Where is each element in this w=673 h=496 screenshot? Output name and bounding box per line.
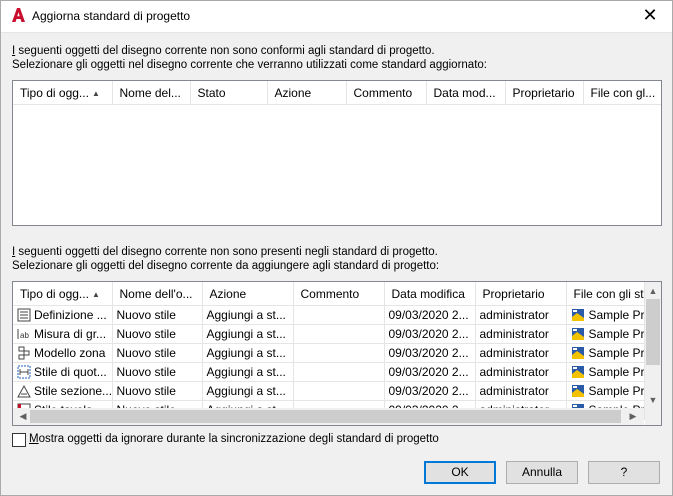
- comment-cell: [293, 362, 385, 382]
- date-modified-cell: 09/03/2020 2...: [384, 343, 476, 363]
- sort-ascending-icon: ▲: [91, 88, 100, 98]
- object-type-cell: Definizione ...: [13, 305, 113, 325]
- column-header-owner[interactable]: Proprietario: [505, 81, 584, 105]
- standards-file-icon: [571, 384, 585, 398]
- table-row[interactable]: Definizione ... Nuovo stile Aggiungi a st.…: [13, 305, 645, 325]
- owner-cell: administrator: [475, 381, 567, 401]
- object-type-cell: Modello zona: [13, 343, 113, 363]
- owner-cell: administrator: [475, 324, 567, 344]
- scrollbar-corner: [645, 408, 661, 425]
- vertical-scrollbar[interactable]: ▲ ▼: [645, 282, 661, 408]
- column-header-standards-file[interactable]: File con gl...: [583, 81, 661, 105]
- scroll-left-icon[interactable]: ◀: [15, 411, 31, 422]
- standards-file-icon: [571, 365, 585, 379]
- column-header-object-name[interactable]: Nome dell'o...: [112, 282, 203, 306]
- table-row[interactable]: Stile di quot... Nuovo stile Aggiungi a st…: [13, 362, 645, 382]
- table-header-row: Tipo di ogg... ▲ Nome del... Stato Azione…: [13, 81, 661, 105]
- table-row[interactable]: Modello zona Nuovo stile Aggiungi a st... 0…: [13, 343, 645, 363]
- object-name-cell: Nuovo stile: [112, 305, 203, 325]
- autocad-a-icon: [12, 8, 25, 22]
- column-header-object-type[interactable]: Tipo di ogg... ▲: [13, 282, 113, 306]
- column-header-comment[interactable]: Commento: [346, 81, 427, 105]
- section-style-icon: [17, 384, 31, 398]
- scroll-down-icon[interactable]: ▼: [645, 395, 661, 405]
- column-header-date-modified[interactable]: Data mod...: [426, 81, 506, 105]
- action-cell: Aggiungi a st...: [202, 305, 294, 325]
- owner-cell: administrator: [475, 343, 567, 363]
- date-modified-cell: 09/03/2020 2...: [384, 381, 476, 401]
- non-conforming-objects-list[interactable]: Tipo di ogg... ▲ Nome del... Stato Azione…: [12, 80, 662, 226]
- object-type-cell: Stile sezione...: [13, 381, 113, 401]
- window-title: Aggiorna standard di progetto: [32, 9, 191, 23]
- object-name-cell: Nuovo stile: [112, 343, 203, 363]
- close-button[interactable]: ✕: [627, 0, 673, 32]
- standards-file-icon: [571, 327, 585, 341]
- column-header-object-name[interactable]: Nome del...: [112, 81, 191, 105]
- action-cell: Aggiungi a st...: [202, 324, 294, 344]
- objects-to-add-table: Tipo di ogg... ▲ Nome dell'o... Azione Co…: [13, 282, 645, 420]
- column-header-action[interactable]: Azione: [202, 282, 294, 306]
- column-header-status[interactable]: Stato: [190, 81, 268, 105]
- close-icon: ✕: [642, 5, 658, 25]
- non-conforming-table: Tipo di ogg... ▲ Nome del... Stato Azione…: [13, 81, 661, 105]
- table-header-row: Tipo di ogg... ▲ Nome dell'o... Azione Co…: [13, 282, 645, 306]
- standards-file-icon: [571, 308, 585, 322]
- help-button[interactable]: ?: [588, 461, 660, 484]
- comment-cell: [293, 381, 385, 401]
- section2-description: I seguenti oggetti del disegno corrente …: [12, 246, 440, 272]
- column-header-standards-file[interactable]: File con gli st...: [566, 282, 645, 306]
- svg-text:ab: ab: [20, 331, 29, 340]
- date-modified-cell: 09/03/2020 2...: [384, 362, 476, 382]
- object-name-cell: Nuovo stile: [112, 381, 203, 401]
- label-size-icon: ab: [17, 327, 31, 341]
- title-bar: Aggiorna standard di progetto ✕: [0, 0, 673, 33]
- show-ignored-label[interactable]: Mostra oggetti da ignorare durante la si…: [29, 433, 439, 445]
- owner-cell: administrator: [475, 305, 567, 325]
- horizontal-scrollbar[interactable]: ◀ ▶: [13, 408, 644, 425]
- standards-file-icon: [571, 346, 585, 360]
- standards-file-cell: Sample Pro: [566, 381, 645, 401]
- action-cell: Aggiungi a st...: [202, 362, 294, 382]
- table-row[interactable]: ab Misura di gr... Nuovo stile Aggiungi a s…: [13, 324, 645, 344]
- comment-cell: [293, 343, 385, 363]
- sort-ascending-icon: ▲: [91, 289, 100, 299]
- standards-file-cell: Sample Pro: [566, 305, 645, 325]
- horizontal-scroll-thumb[interactable]: [30, 410, 621, 423]
- column-header-date-modified[interactable]: Data modifica: [384, 282, 476, 306]
- cancel-button[interactable]: Annulla: [506, 461, 578, 484]
- standards-file-cell: Sample Pro: [566, 343, 645, 363]
- section1-description: I seguenti oggetti del disegno corrente …: [12, 45, 487, 71]
- object-name-cell: Nuovo stile: [112, 362, 203, 382]
- column-header-action[interactable]: Azione: [267, 81, 347, 105]
- objects-to-add-list[interactable]: Tipo di ogg... ▲ Nome dell'o... Azione Co…: [12, 281, 662, 426]
- object-type-cell: ab Misura di gr...: [13, 324, 113, 344]
- show-ignored-checkbox[interactable]: [12, 433, 26, 447]
- owner-cell: administrator: [475, 362, 567, 382]
- table-row[interactable]: Stile sezione... Nuovo stile Aggiungi a st…: [13, 381, 645, 401]
- standards-file-cell: Sample Pro: [566, 362, 645, 382]
- column-header-object-type[interactable]: Tipo di ogg... ▲: [13, 81, 113, 105]
- zone-template-icon: [17, 346, 31, 360]
- date-modified-cell: 09/03/2020 2...: [384, 324, 476, 344]
- object-name-cell: Nuovo stile: [112, 324, 203, 344]
- date-modified-cell: 09/03/2020 2...: [384, 305, 476, 325]
- scroll-right-icon[interactable]: ▶: [625, 411, 641, 422]
- object-type-cell: Stile di quot...: [13, 362, 113, 382]
- action-cell: Aggiungi a st...: [202, 381, 294, 401]
- ok-button[interactable]: OK: [424, 461, 496, 484]
- column-header-owner[interactable]: Proprietario: [475, 282, 567, 306]
- comment-cell: [293, 305, 385, 325]
- comment-cell: [293, 324, 385, 344]
- column-header-comment[interactable]: Commento: [293, 282, 385, 306]
- dimension-style-icon: [17, 365, 31, 379]
- standards-file-cell: Sample Pro: [566, 324, 645, 344]
- action-cell: Aggiungi a st...: [202, 343, 294, 363]
- scroll-up-icon[interactable]: ▲: [645, 286, 661, 296]
- vertical-scroll-thumb[interactable]: [646, 299, 660, 365]
- definition-icon: [17, 308, 31, 322]
